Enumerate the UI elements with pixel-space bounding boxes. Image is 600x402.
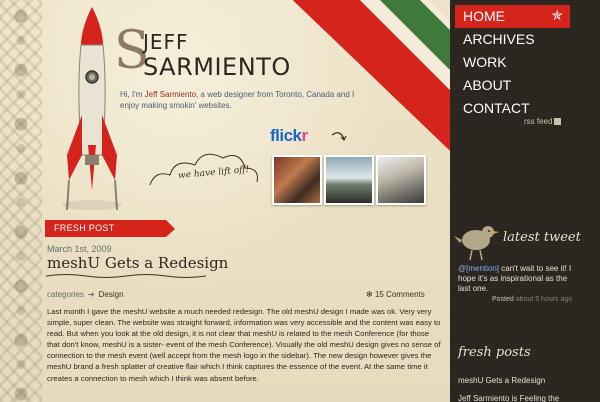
tweet-time-link[interactable]: about 5 hours ago: [516, 296, 572, 303]
comments-count: 15 Comments: [374, 290, 425, 299]
nav-label: WORK: [463, 54, 507, 70]
main-nav: HOME ✯ ARCHIVES WORK ABOUT CONTACT: [455, 5, 570, 120]
comments-link[interactable]: ✻ 15 Comments: [366, 290, 425, 299]
star-icon: ✯: [551, 7, 563, 23]
intro-name: Jeff Sarmiento: [144, 90, 197, 99]
nav-item-archives[interactable]: ARCHIVES: [455, 28, 570, 51]
nav-label: ARCHIVES: [463, 31, 535, 47]
flickr-logo[interactable]: flickr: [270, 126, 308, 146]
post-category-link[interactable]: Design: [99, 290, 124, 299]
flickr-r: r: [301, 126, 309, 145]
title-underline: [46, 274, 206, 278]
tweet-handle-link[interactable]: @[mention]: [458, 264, 499, 273]
rss-icon: [554, 118, 562, 126]
fresh-posts-list: meshU Gets a Redesign Jeff Sarmiento is …: [458, 372, 559, 402]
fresh-post-badge: FRESH POST: [45, 220, 175, 237]
fresh-post-link[interactable]: meshU Gets a Redesign: [458, 372, 559, 390]
nav-label: ABOUT: [463, 77, 512, 93]
rss-label: rss feed: [524, 117, 553, 126]
nav-item-home[interactable]: HOME ✯: [455, 5, 570, 28]
post-date: March 1st, 2009: [47, 244, 112, 254]
latest-tweet-title: latest tweet: [503, 230, 581, 245]
bird-icon: [454, 226, 499, 261]
nav-label: HOME: [463, 8, 505, 24]
flickr-thumbnail[interactable]: [324, 155, 374, 205]
logo-first-name[interactable]: JEFF: [143, 30, 189, 54]
categories-label: categories: [47, 290, 84, 299]
intro-pre: Hi, I'm: [120, 90, 145, 99]
post-title[interactable]: meshU Gets a Redesign: [47, 254, 228, 272]
post-body: Last month I gave the meshU website a mu…: [47, 307, 441, 383]
nav-item-about[interactable]: ABOUT: [455, 74, 570, 97]
nav-label: CONTACT: [463, 100, 530, 116]
flickr-thumbnail[interactable]: [272, 155, 322, 205]
rss-feed-link[interactable]: rss feed: [524, 117, 562, 126]
intro-text: Hi, I'm Jeff Sarmiento, a web designer f…: [120, 89, 360, 111]
post-meta: categories ➔ Design: [47, 290, 124, 299]
fresh-posts-title: fresh posts: [458, 345, 531, 360]
tweet-meta: Posted about 5 hours ago: [492, 296, 572, 303]
tweet-posted-label: Posted: [492, 296, 514, 303]
curved-arrow-icon: [331, 132, 347, 142]
nav-item-work[interactable]: WORK: [455, 51, 570, 74]
comment-icon: ✻: [366, 290, 373, 299]
arrow-icon: ➔: [87, 290, 95, 299]
tweet-text: @[mention] can't wait to see it! I hope …: [458, 264, 576, 294]
logo-last-name[interactable]: SARMIENTO: [143, 53, 291, 81]
flickr-thumbnail[interactable]: [376, 155, 426, 205]
fresh-post-link[interactable]: Jeff Sarmiento is Feeling the: [458, 390, 559, 402]
page: S JEFF SARMIENTO Hi, I'm Jeff Sarmiento,…: [0, 0, 600, 402]
damask-pattern: [0, 0, 42, 402]
